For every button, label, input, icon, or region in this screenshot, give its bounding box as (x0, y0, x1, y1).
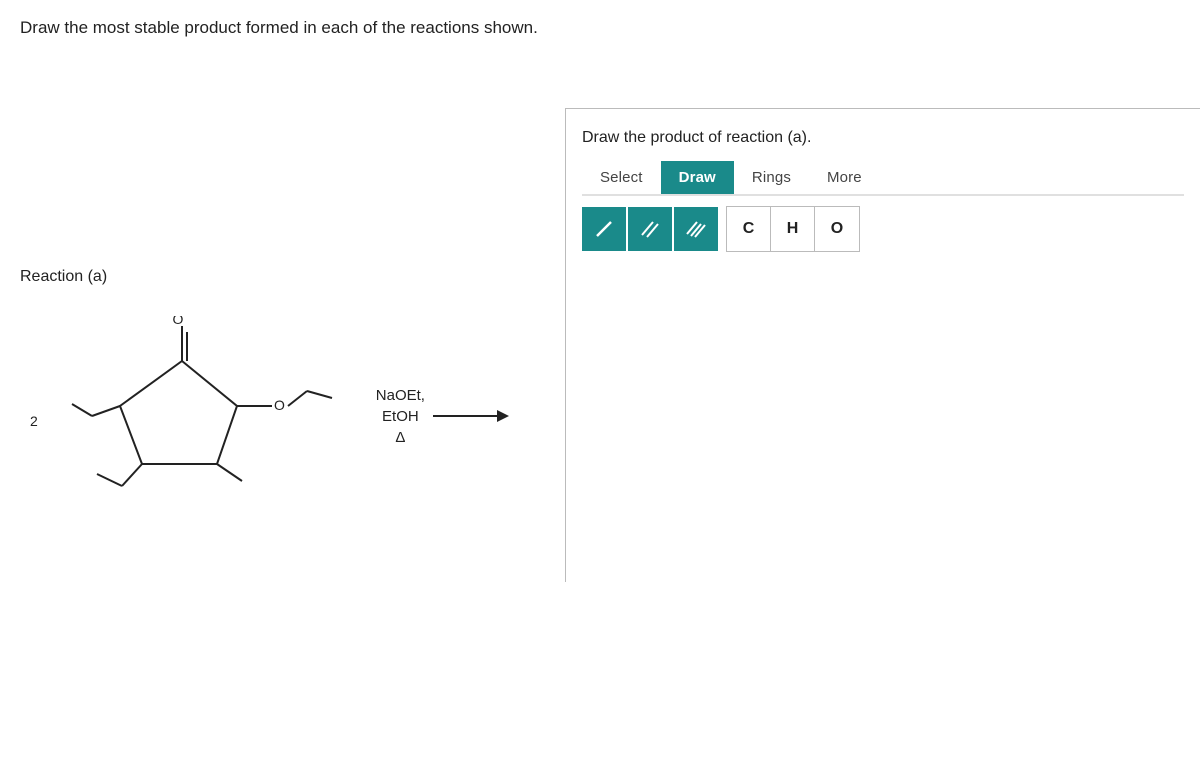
toolbar-more[interactable]: More (809, 161, 880, 194)
reaction-number: 2 (30, 413, 38, 429)
oxygen-button[interactable]: O (815, 207, 859, 251)
toolbar-select[interactable]: Select (582, 161, 661, 194)
triple-bond-icon (685, 218, 707, 240)
panel-title: Draw the product of reaction (a). (582, 129, 1184, 147)
reaction-arrow (429, 401, 509, 431)
double-bond-button[interactable] (628, 207, 672, 251)
molecule-structure: O O (42, 316, 362, 516)
drawing-canvas[interactable] (582, 262, 1184, 562)
double-bond-icon (639, 218, 661, 240)
bond-atom-toolbar: C H O (582, 206, 1184, 252)
atom-group: C H O (726, 206, 860, 252)
page-instruction: Draw the most stable product formed in e… (0, 0, 1200, 48)
carbon-button[interactable]: C (727, 207, 771, 251)
svg-text:O: O (172, 316, 183, 327)
single-bond-button[interactable] (582, 207, 626, 251)
single-bond-icon (593, 218, 615, 240)
reagent-line1: NaOEt, (376, 385, 425, 406)
toolbar-draw[interactable]: Draw (661, 161, 734, 194)
hydrogen-button[interactable]: H (771, 207, 815, 251)
svg-text:O: O (274, 397, 285, 413)
drawing-toolbar: Select Draw Rings More (582, 161, 1184, 196)
reagent-line3: Δ (395, 427, 405, 448)
toolbar-rings[interactable]: Rings (734, 161, 809, 194)
triple-bond-button[interactable] (674, 207, 718, 251)
reagent-line2: EtOH (382, 406, 419, 427)
reaction-label: Reaction (a) (20, 268, 545, 286)
